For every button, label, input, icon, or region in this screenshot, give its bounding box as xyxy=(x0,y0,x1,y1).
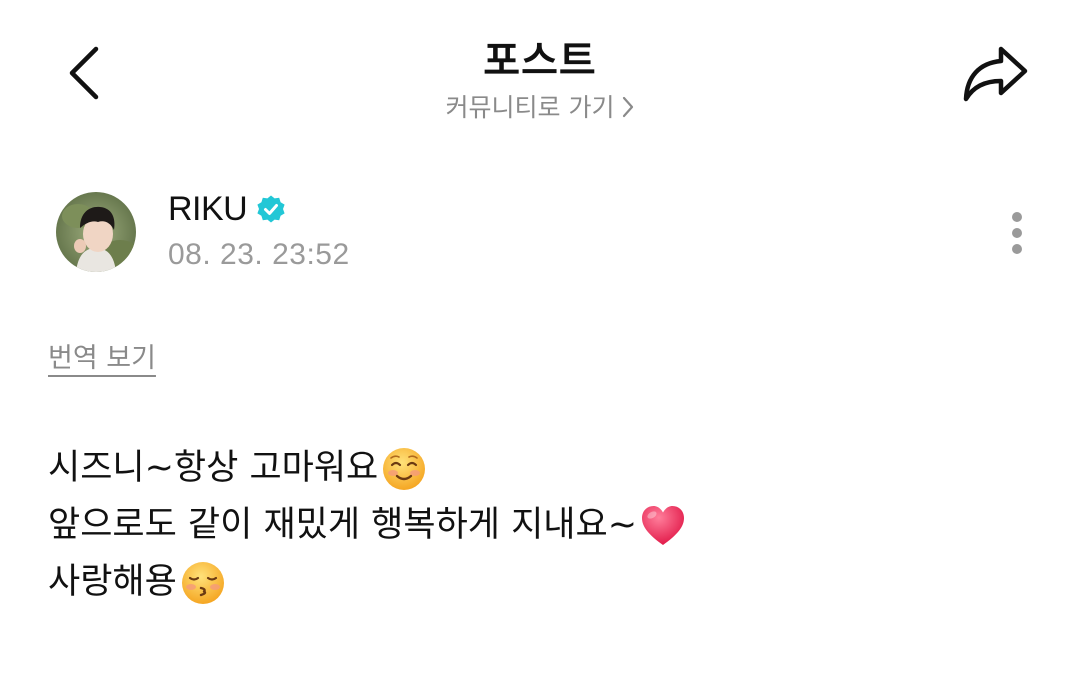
app-header: 포스트 커뮤니티로 가기 xyxy=(0,0,1080,150)
translate-link[interactable]: 번역 보기 xyxy=(48,336,156,375)
post-line: 사랑해용 xyxy=(48,554,1028,611)
chevron-left-icon xyxy=(69,46,99,100)
author-name-text: RIKU xyxy=(168,190,248,228)
share-button[interactable] xyxy=(952,38,1040,110)
verified-badge-icon xyxy=(257,195,285,222)
author-name[interactable]: RIKU xyxy=(168,190,287,229)
share-arrow-icon xyxy=(963,46,1028,102)
post-line-text: 앞으로도 같이 재밌게 행복하게 지내요~ xyxy=(48,505,638,545)
more-options-button[interactable] xyxy=(996,204,1038,262)
community-link-label: 커뮤니티로 가기 xyxy=(445,93,615,122)
chevron-right-icon xyxy=(622,95,634,124)
page-title: 포스트 xyxy=(483,38,597,84)
post-line: 시즈니~항상 고마워요 xyxy=(48,440,1028,497)
post-line-text: 시즈니~항상 고마워요 xyxy=(48,448,379,488)
post-line: 앞으로도 같이 재밌게 행복하게 지내요~ xyxy=(48,497,1028,554)
post-line-text: 사랑해용 xyxy=(48,562,177,602)
avatar[interactable] xyxy=(56,192,136,272)
back-button[interactable] xyxy=(52,36,116,110)
red-heart-icon xyxy=(642,505,685,545)
smiling-face-with-blush-icon xyxy=(383,447,426,490)
post-author-row: RIKU 08. 23. 23:52 xyxy=(56,190,1024,278)
kissing-face-icon xyxy=(181,561,224,604)
post-body: 시즈니~항상 고마워요 앞으로도 같이 재밌게 행복하게 지내요~ 사랑해용 xyxy=(48,440,1028,611)
more-vertical-icon xyxy=(1012,212,1022,254)
go-to-community-link[interactable]: 커뮤니티로 가기 xyxy=(340,88,740,124)
post-timestamp: 08. 23. 23:52 xyxy=(168,238,350,271)
